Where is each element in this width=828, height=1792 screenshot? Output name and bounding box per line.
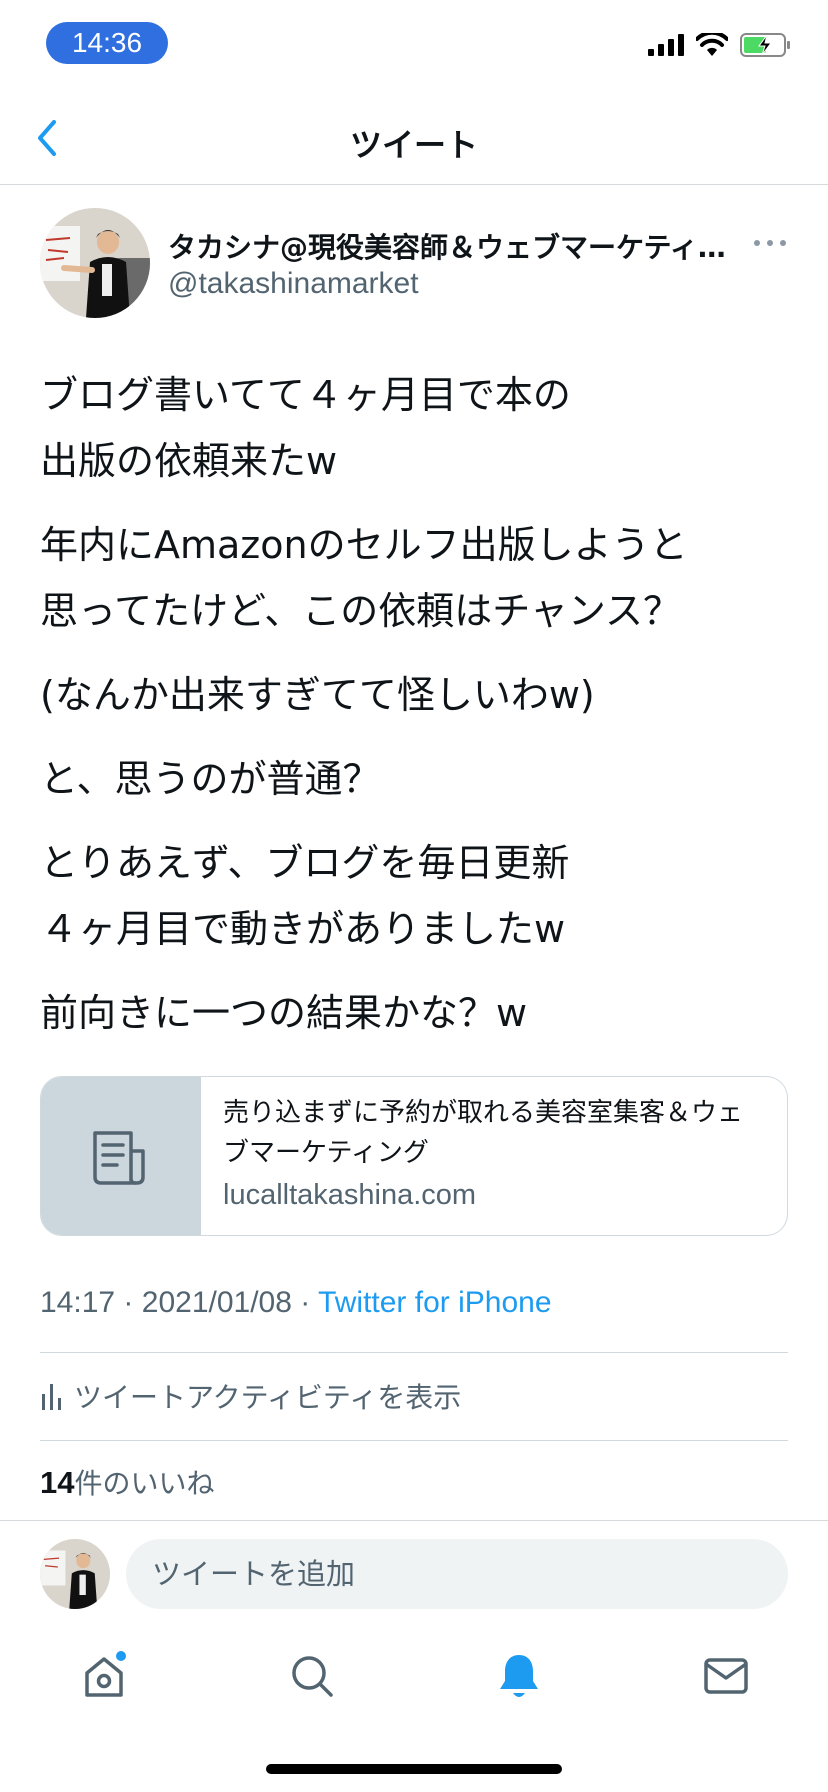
divider (40, 1440, 788, 1441)
analytics-icon (42, 1384, 61, 1410)
tweet-paragraph: 年内にAmazonのセルフ出版しようと 思ってたけど、この依頼はチャンス？ (40, 523, 688, 633)
tweet-paragraph: 前向きに一つの結果かな？w (40, 991, 528, 1035)
tab-messages[interactable] (696, 1646, 756, 1706)
divider (40, 1352, 788, 1353)
status-icons (648, 32, 792, 58)
tab-search[interactable] (282, 1646, 342, 1706)
search-icon (292, 1656, 333, 1697)
battery-charging-icon (740, 33, 790, 57)
tab-bar (0, 1616, 828, 1736)
user-avatar[interactable] (40, 1539, 110, 1609)
card-thumbnail (41, 1077, 201, 1235)
page-title: ツイート (349, 126, 478, 164)
status-bar: 14:36 (0, 0, 828, 90)
reply-bar: ツイートを追加 (0, 1520, 828, 1616)
status-time[interactable]: 14:36 (46, 22, 168, 64)
more-options-button[interactable] (752, 228, 788, 258)
likes-count: 14 (40, 1465, 75, 1500)
tweet-source-link[interactable]: Twitter for iPhone (318, 1286, 551, 1319)
tweet-time: 14:17 (40, 1286, 116, 1319)
nav-bar: ツイート (0, 90, 828, 185)
meta-separator: · (123, 1286, 134, 1319)
tweet-date: 2021/01/08 (141, 1286, 292, 1319)
home-icon (85, 1651, 126, 1697)
likes-label: 件のいいね (74, 1467, 215, 1500)
cellular-signal-icon (648, 34, 684, 56)
link-card[interactable]: 売り込まずに予約が取れる美容室集客＆ウェブマーケティング lucalltakas… (40, 1076, 788, 1236)
likes-count-link[interactable]: 14件のいいね (40, 1462, 215, 1502)
tweet-paragraph: ブログ書いてて４ヶ月目で本の 出版の依頼来たw (40, 373, 571, 483)
author-handle[interactable]: @takashinamarket (168, 267, 419, 301)
tweet-timestamp: 14:17 · 2021/01/08 · Twitter for iPhone (40, 1286, 552, 1320)
article-icon (93, 1131, 145, 1185)
tweet-activity-label: ツイートアクティビティを表示 (74, 1381, 462, 1414)
mail-icon (704, 1658, 748, 1694)
tweet-text: ブログ書いてて４ヶ月目で本の 出版の依頼来たw 年内にAmazonのセルフ出版しよ… (40, 362, 790, 1064)
bell-icon (500, 1655, 538, 1697)
tab-home[interactable] (74, 1646, 134, 1706)
tweet-paragraph: とりあえず、ブログを毎日更新 ４ヶ月目で動きがありましたw (40, 841, 570, 951)
tweet-paragraph: と、思うのが普通？ (40, 757, 381, 801)
meta-separator: · (300, 1286, 311, 1319)
reply-input[interactable]: ツイートを追加 (126, 1539, 788, 1609)
author-avatar[interactable] (40, 208, 150, 318)
home-indicator[interactable] (266, 1764, 562, 1774)
card-title: 売り込まずに予約が取れる美容室集客＆ウェブマーケティング (223, 1098, 744, 1168)
tweet-paragraph: (なんか出来すぎてて怪しいわw) (40, 673, 595, 717)
author-name[interactable]: タカシナ@現役美容師＆ウェブマーケティング (168, 226, 738, 266)
wifi-icon (696, 33, 728, 56)
tab-notifications[interactable] (489, 1646, 549, 1706)
card-domain: lucalltakashina.com (223, 1179, 477, 1211)
tweet-activity-link[interactable]: ツイートアクティビティを表示 (40, 1376, 461, 1416)
more-icon (754, 240, 786, 246)
